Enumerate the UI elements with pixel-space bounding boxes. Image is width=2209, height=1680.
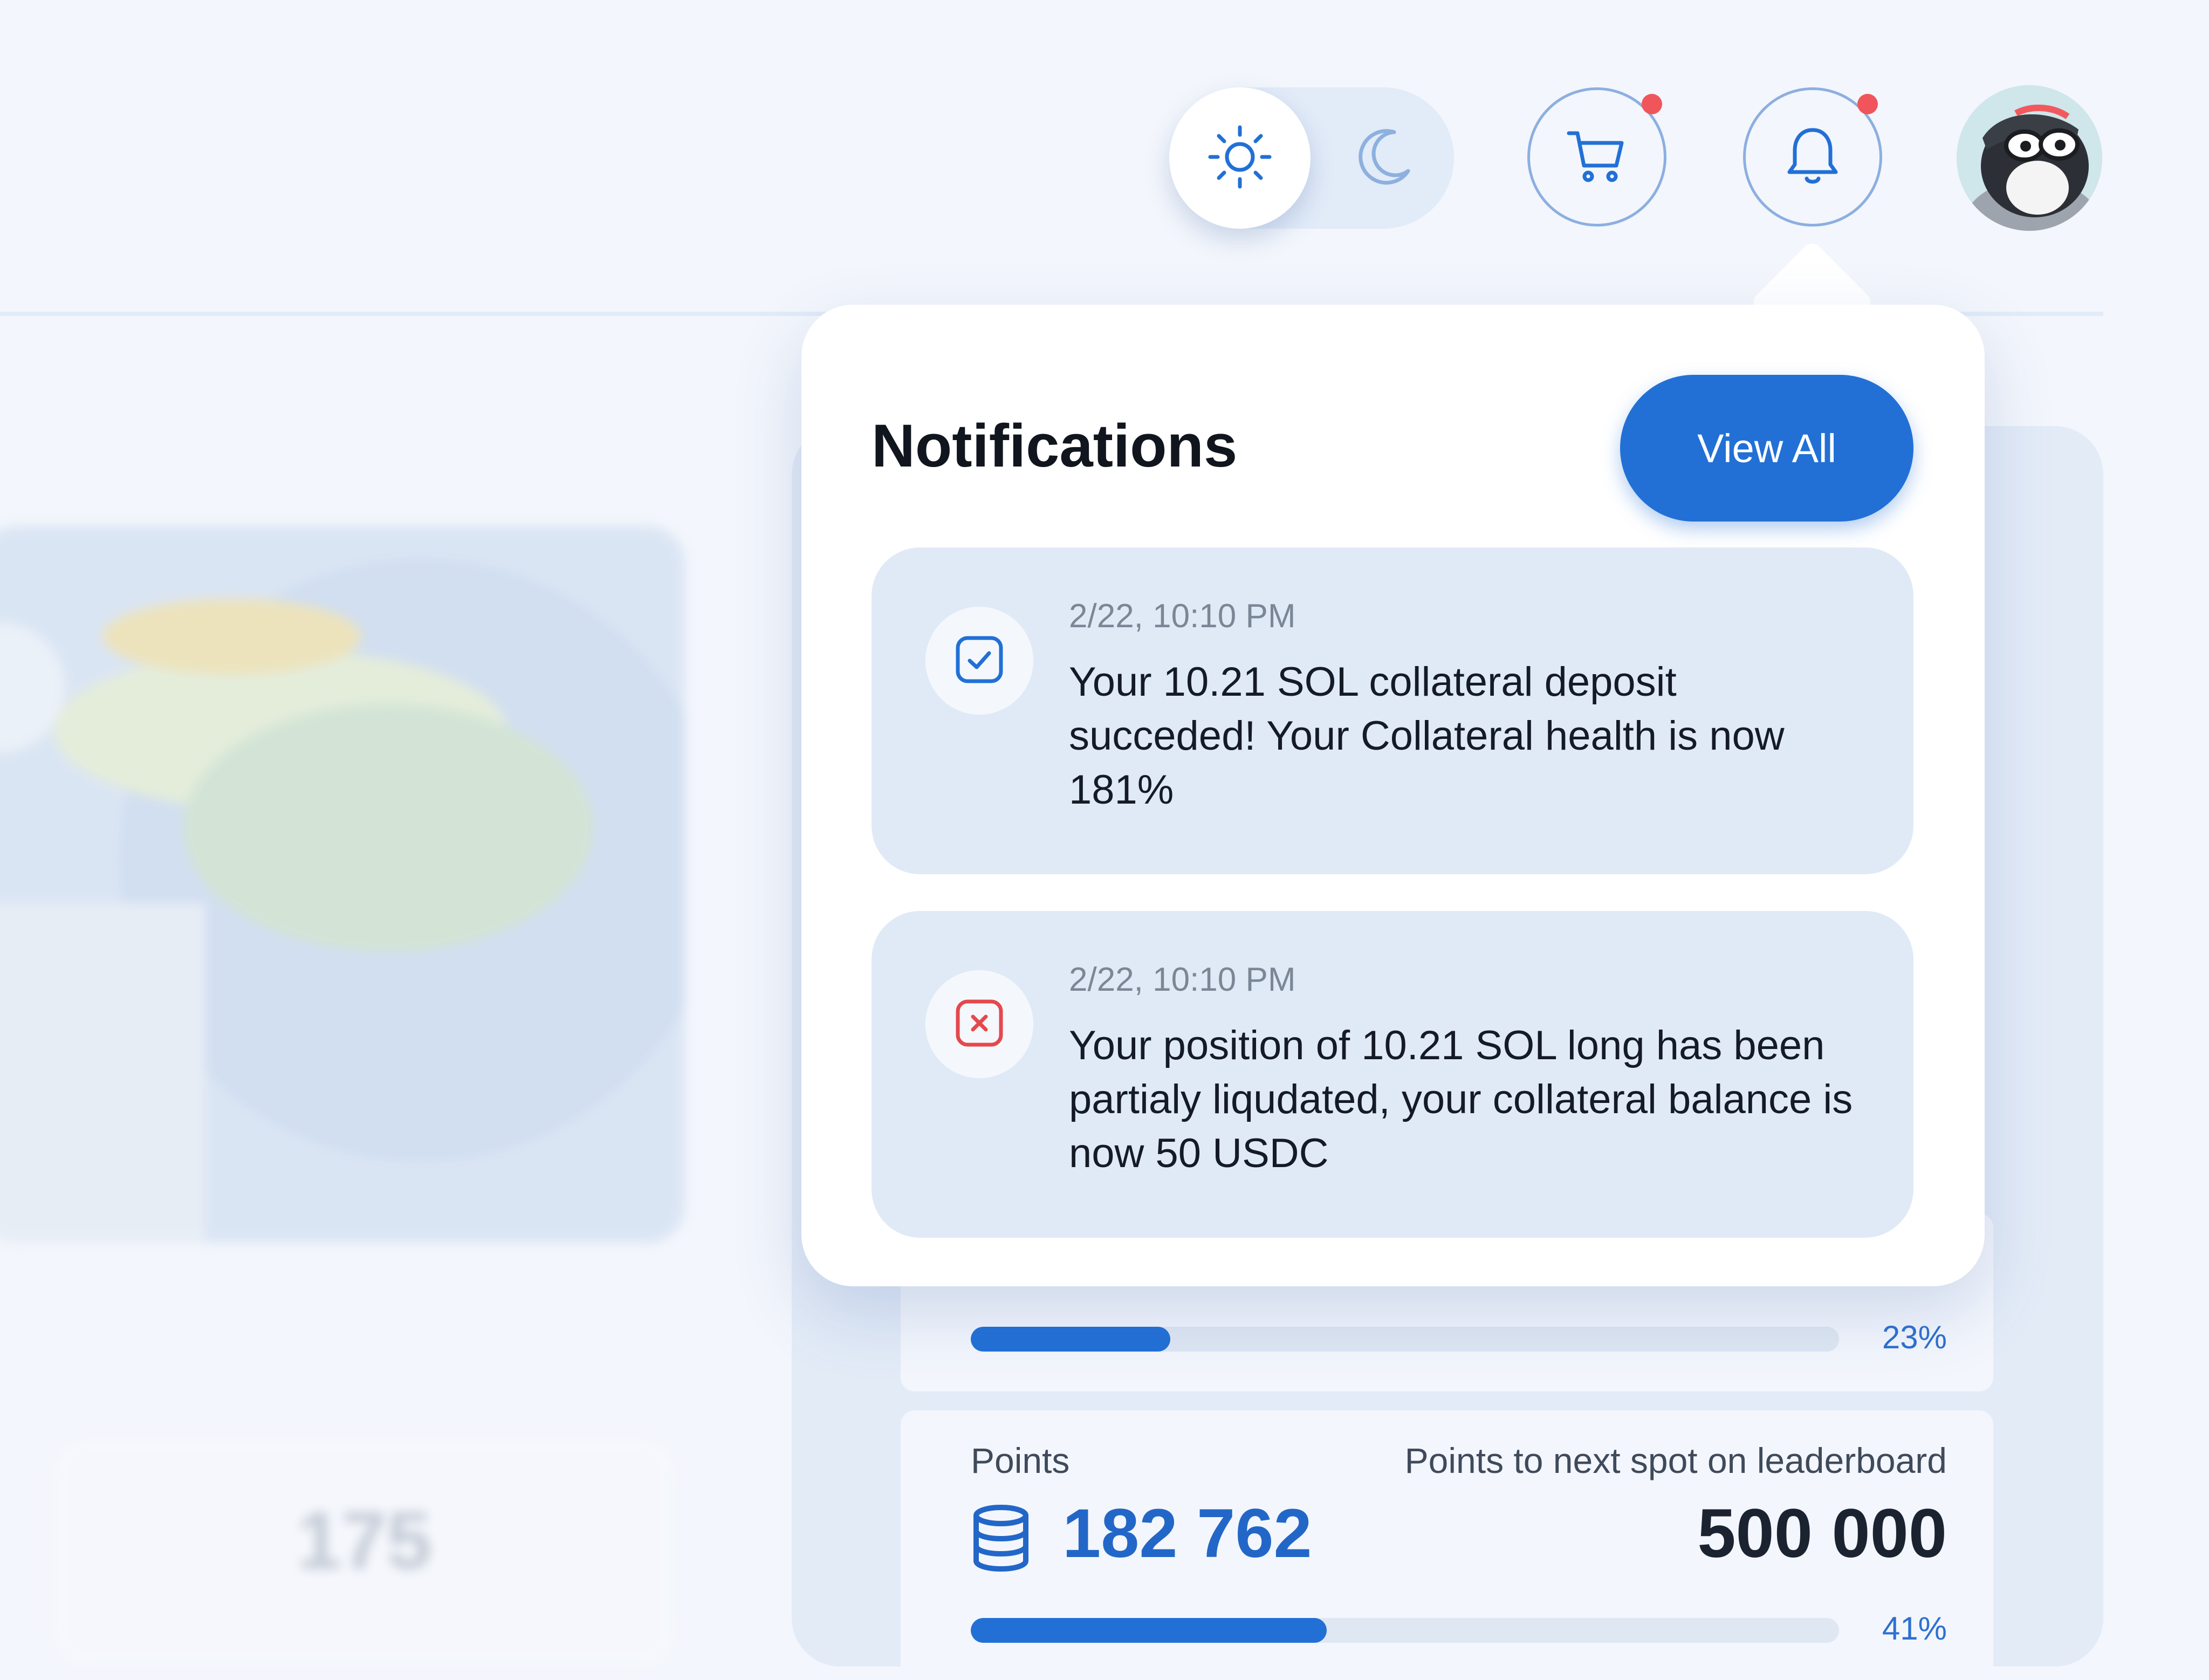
dark-mode-option[interactable] bbox=[1313, 87, 1454, 229]
notification-time: 2/22, 10:10 PM bbox=[1069, 598, 1296, 635]
bell-icon bbox=[1783, 124, 1842, 191]
progress-track bbox=[971, 1327, 1839, 1352]
progress-fill bbox=[971, 1327, 1171, 1352]
light-mode-option[interactable] bbox=[1169, 87, 1311, 229]
theme-toggle[interactable] bbox=[1169, 87, 1454, 229]
avatar-image bbox=[1957, 85, 2102, 231]
notification-item[interactable]: 2/22, 10:10 PM Your position of 10.21 SO… bbox=[872, 911, 1913, 1238]
nft-image bbox=[0, 526, 685, 1243]
progress-fill bbox=[971, 1618, 1327, 1643]
notification-message: Your 10.21 SOL collateral deposit succed… bbox=[1069, 659, 1785, 813]
progress-percent: 41% bbox=[1882, 1610, 1947, 1647]
check-square-icon bbox=[953, 634, 1005, 688]
notification-status-icon bbox=[925, 607, 1033, 715]
points-next-value: 500 000 bbox=[1697, 1495, 1947, 1572]
database-icon bbox=[971, 1505, 1031, 1574]
notification-item[interactable]: 2/22, 10:10 PM Your 10.21 SOL collateral… bbox=[872, 547, 1913, 874]
points-value: 182 762 bbox=[1062, 1495, 1312, 1572]
notification-time: 2/22, 10:10 PM bbox=[1069, 961, 1296, 998]
notifications-popover: Notifications View All 2/22, 10:10 PM Yo… bbox=[801, 305, 1985, 1286]
stat-value: 175 bbox=[296, 1495, 432, 1586]
stat-card: 175 bbox=[54, 1440, 674, 1667]
moon-icon bbox=[1351, 125, 1416, 192]
x-square-icon bbox=[953, 997, 1005, 1052]
notification-message: Your position of 10.21 SOL long has been… bbox=[1069, 1023, 1853, 1176]
nft-artwork bbox=[0, 558, 685, 1243]
progress-track bbox=[971, 1618, 1839, 1643]
points-label: Points bbox=[971, 1441, 1070, 1480]
notifications-badge bbox=[1857, 94, 1878, 114]
notification-status-icon bbox=[925, 970, 1033, 1078]
points-next-label: Points to next spot on leaderboard bbox=[1404, 1441, 1947, 1480]
popover-title: Notifications bbox=[872, 412, 1238, 479]
view-all-button[interactable]: View All bbox=[1620, 375, 1913, 522]
user-avatar[interactable] bbox=[1957, 85, 2102, 231]
points-card: Points Points to next spot on leaderboar… bbox=[901, 1410, 1993, 1680]
progress-percent: 23% bbox=[1882, 1319, 1947, 1355]
cart-icon bbox=[1565, 124, 1629, 191]
sun-icon bbox=[1205, 122, 1275, 195]
cart-badge bbox=[1642, 94, 1662, 114]
